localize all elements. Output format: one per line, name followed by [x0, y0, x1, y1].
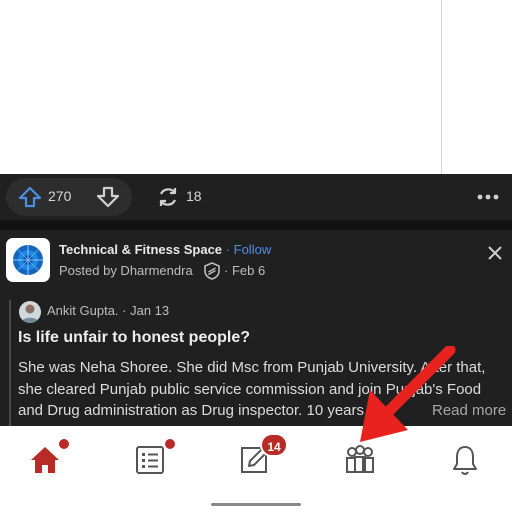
- more-horizontal-icon[interactable]: [476, 192, 500, 202]
- arrow-up-icon[interactable]: [18, 186, 42, 208]
- follow-separator: ·: [225, 242, 231, 257]
- author-avatar[interactable]: [19, 301, 41, 323]
- share-count[interactable]: 18: [186, 188, 202, 204]
- space-name-text[interactable]: Technical & Fitness Space: [59, 242, 222, 257]
- pointing-arrow-annotation: [360, 346, 456, 442]
- upvote-count[interactable]: 270: [48, 188, 71, 204]
- home-indicator[interactable]: [211, 503, 301, 506]
- close-icon[interactable]: [486, 244, 504, 262]
- refresh-share-icon[interactable]: [156, 185, 180, 209]
- separator-strip: [0, 220, 512, 230]
- question-title[interactable]: Is life unfair to honest people?: [18, 329, 250, 347]
- posted-date: · Feb 6: [224, 263, 266, 278]
- space-name[interactable]: Technical & Fitness Space · Follow: [59, 242, 271, 257]
- answer-line[interactable]: and Drug administration as Drug inspecto…: [18, 402, 393, 419]
- answer-badge: 14: [260, 433, 288, 457]
- home-icon[interactable]: [29, 445, 61, 475]
- posted-by-text[interactable]: Posted by Dharmendra: [59, 263, 193, 278]
- author-line[interactable]: Ankit Gupta. · Jan 13: [47, 303, 169, 318]
- space-avatar[interactable]: [6, 238, 50, 282]
- shield-badge-icon: [204, 262, 220, 280]
- globe-logo-icon: [13, 245, 43, 275]
- divider: [441, 0, 442, 174]
- follow-button[interactable]: Follow: [234, 242, 272, 257]
- quote-bar: [9, 300, 11, 426]
- person-avatar-icon: [21, 304, 39, 323]
- list-icon[interactable]: [135, 445, 165, 475]
- content-image-area: [0, 0, 512, 174]
- arrow-down-icon[interactable]: [96, 186, 120, 208]
- following-notification-dot: [165, 439, 175, 449]
- home-notification-dot: [59, 439, 69, 449]
